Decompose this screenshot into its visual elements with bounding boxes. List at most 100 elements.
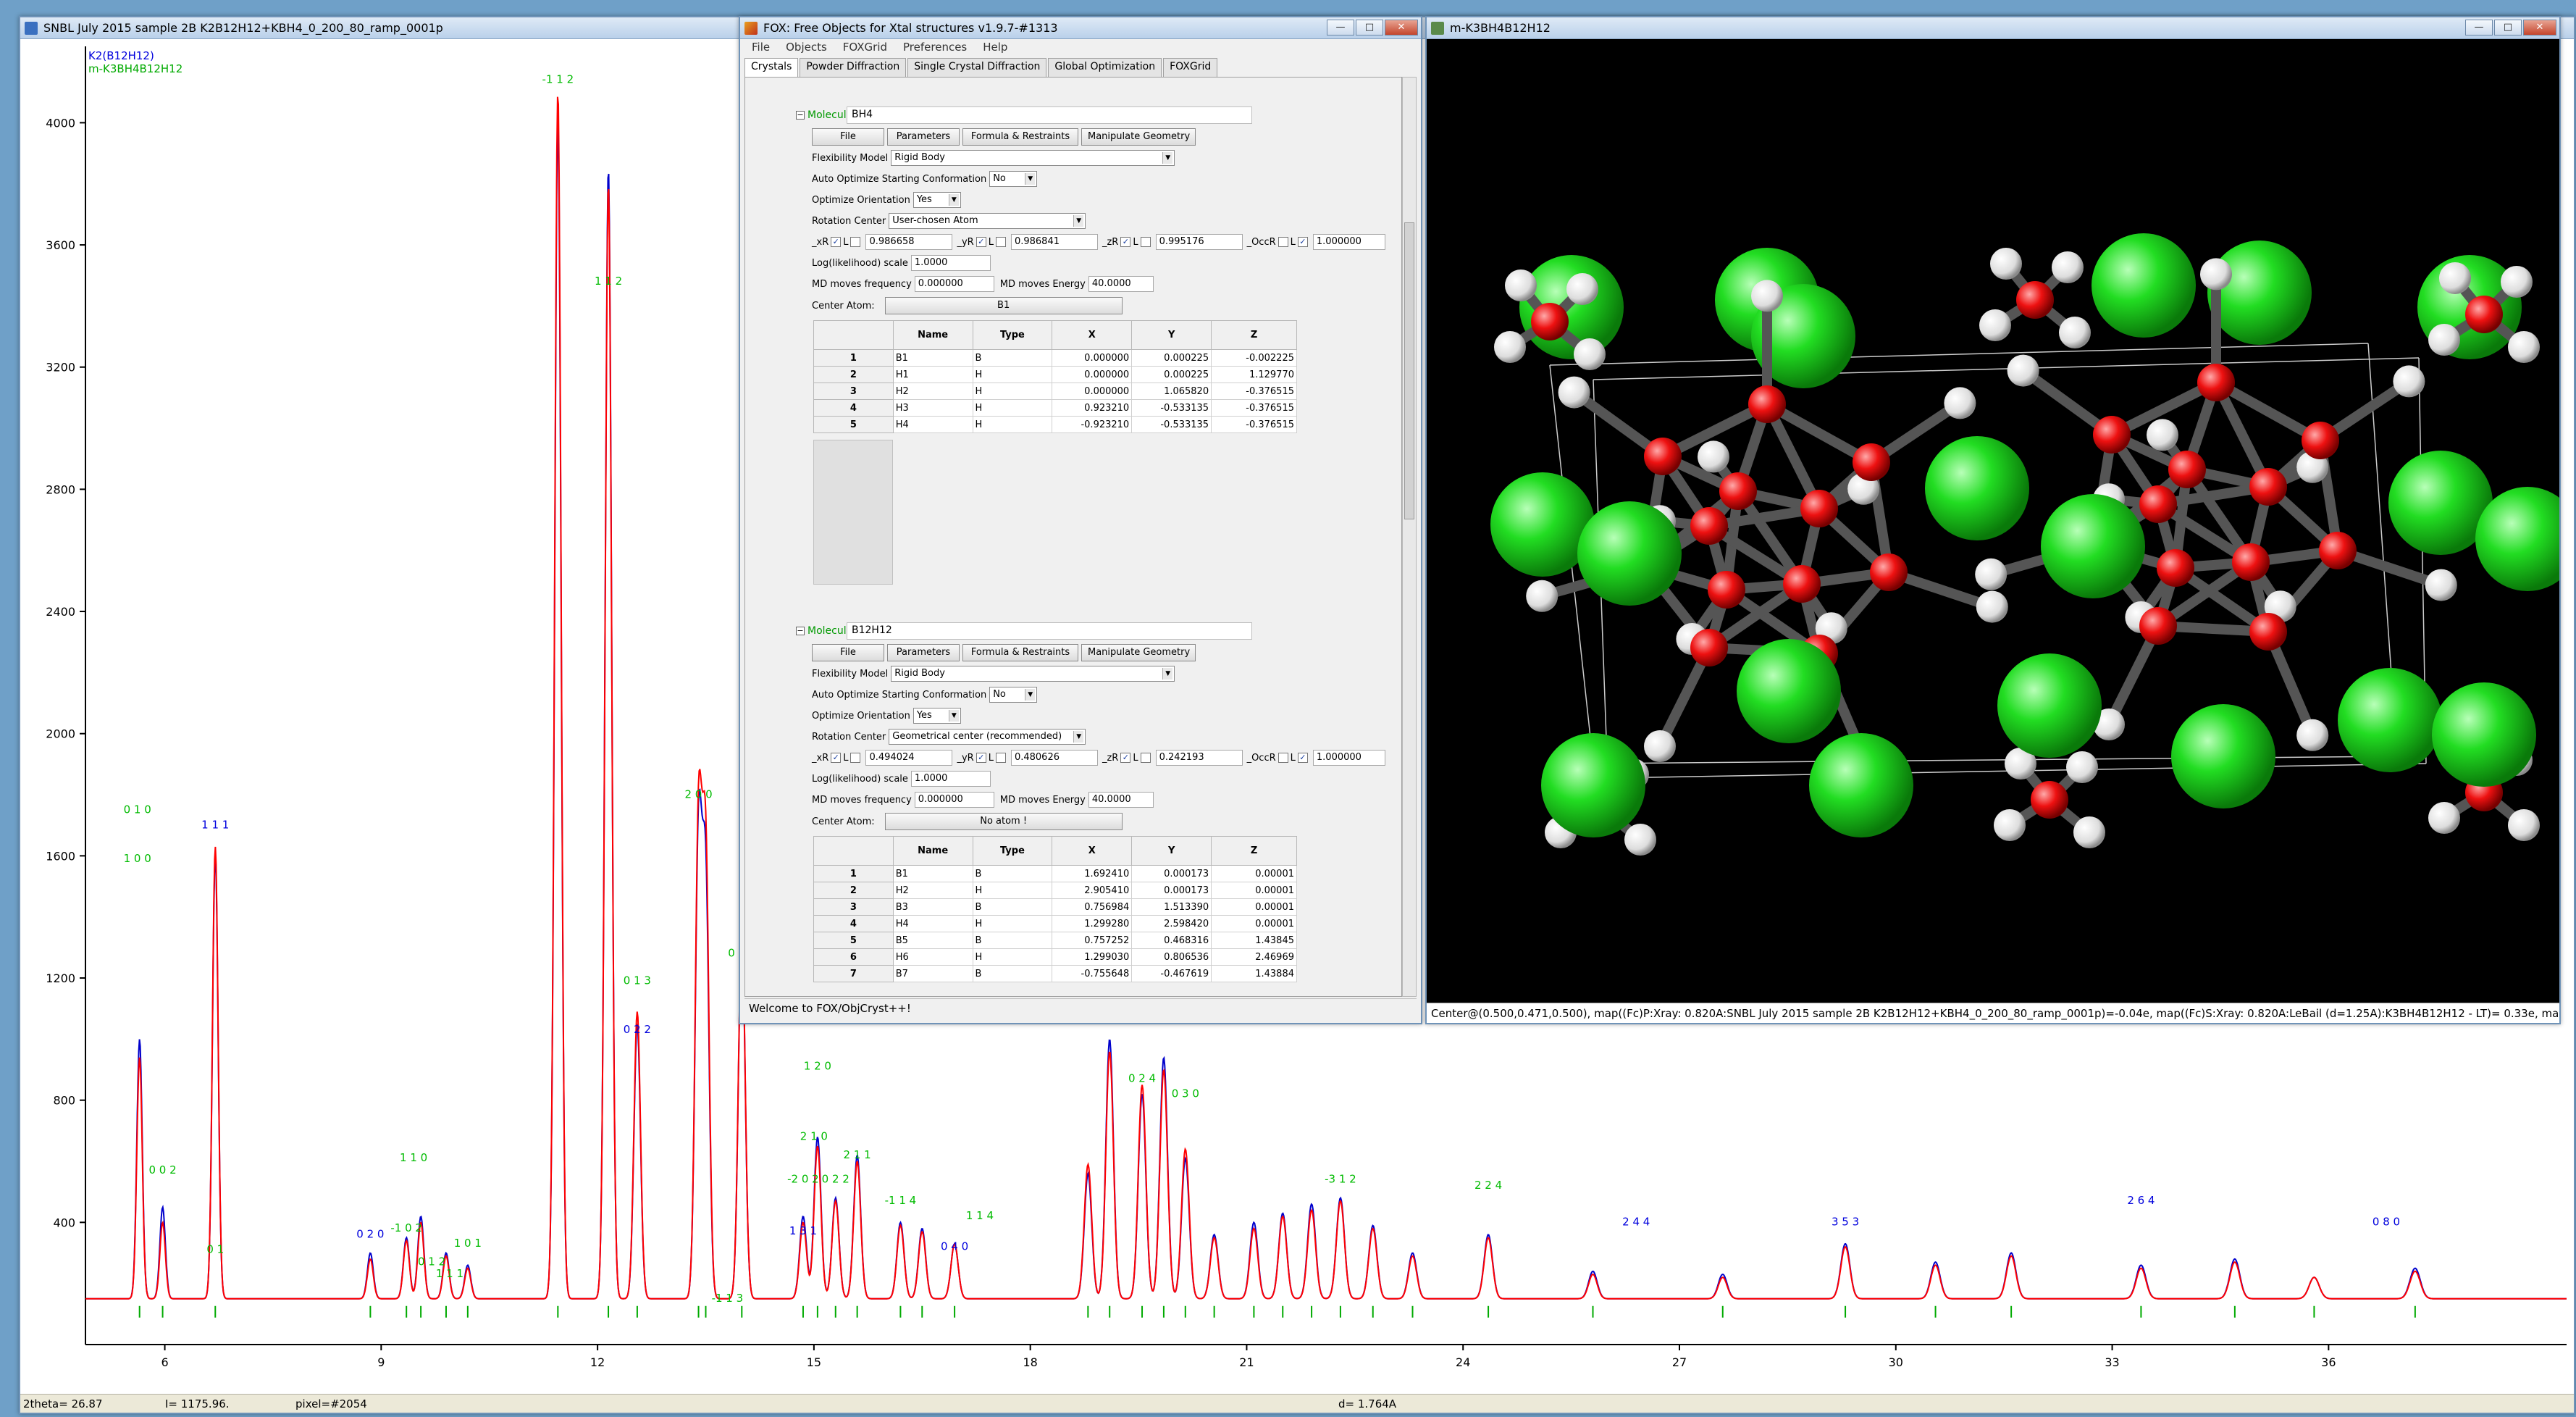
- file-button[interactable]: File: [812, 128, 884, 146]
- col-z-header[interactable]: Z: [1211, 836, 1297, 866]
- tab-foxgrid[interactable]: FOXGrid: [1163, 58, 1218, 77]
- xr-limit-checkbox[interactable]: [850, 237, 861, 247]
- col-y-header[interactable]: Y: [1131, 320, 1212, 350]
- md-energy-field[interactable]: 40.0000: [1088, 792, 1154, 808]
- cell-x[interactable]: 1.299030: [1052, 948, 1133, 966]
- fox-titlebar[interactable]: FOX: Free Objects for Xtal structures v1…: [740, 17, 1421, 39]
- atom-table-bh4[interactable]: Name Type X Y Z 1 B1 B 0.000000 0.000225 -0.0…: [813, 320, 1297, 433]
- table-row[interactable]: 5 H4 H -0.923210 -0.533135 -0.376515: [813, 416, 1297, 433]
- xr-refine-checkbox[interactable]: ✓: [831, 753, 842, 763]
- cell-type[interactable]: H: [972, 383, 1053, 400]
- row-header[interactable]: 5: [813, 416, 894, 433]
- occr-limit-checkbox[interactable]: ✓: [1297, 237, 1308, 247]
- cell-z[interactable]: 1.129770: [1211, 366, 1297, 383]
- md-frequency-field[interactable]: 0.000000: [914, 792, 994, 808]
- row-header[interactable]: 7: [813, 965, 894, 982]
- cell-x[interactable]: 1.299280: [1052, 915, 1133, 932]
- table-row[interactable]: 3 H2 H 0.000000 1.065820 -0.376515: [813, 383, 1297, 400]
- occr-field[interactable]: 1.000000: [1312, 234, 1385, 250]
- yr-refine-checkbox[interactable]: ✓: [976, 753, 986, 763]
- cell-z[interactable]: 1.43845: [1211, 932, 1297, 949]
- collapse-toggle[interactable]: −: [796, 111, 805, 120]
- menu-foxgrid[interactable]: FOXGrid: [843, 41, 887, 57]
- cell-type[interactable]: B: [972, 965, 1053, 982]
- col-z-header[interactable]: Z: [1211, 320, 1297, 350]
- cell-x[interactable]: 0.000000: [1052, 366, 1133, 383]
- table-row[interactable]: 3 B3 B 0.756984 1.513390 0.00001: [813, 898, 1297, 916]
- cell-y[interactable]: -0.533135: [1131, 416, 1212, 433]
- fox-vertical-scrollbar[interactable]: [1402, 77, 1417, 997]
- close-button[interactable]: ✕: [2523, 20, 2556, 35]
- manipulate-geometry-button[interactable]: Manipulate Geometry: [1081, 644, 1196, 661]
- cell-type[interactable]: B: [972, 898, 1053, 916]
- cell-y[interactable]: 1.513390: [1131, 898, 1212, 916]
- crystal-3d-window[interactable]: m-K3BH4B12H12 — □ ✕ Center@(0.500,0.471,…: [1425, 16, 2561, 1024]
- col-name-header[interactable]: Name: [892, 836, 973, 866]
- xr-field[interactable]: 0.494024: [865, 750, 953, 766]
- row-header[interactable]: 2: [813, 366, 894, 383]
- tab-single-crystal-diffraction[interactable]: Single Crystal Diffraction: [907, 58, 1047, 77]
- cell-y[interactable]: 0.000173: [1131, 882, 1212, 899]
- yr-limit-checkbox[interactable]: [995, 237, 1006, 247]
- table-row[interactable]: 5 B5 B 0.757252 0.468316 1.43845: [813, 932, 1297, 949]
- cell-z[interactable]: 2.46969: [1211, 948, 1297, 966]
- cell-x[interactable]: 1.692410: [1052, 865, 1133, 882]
- cell-y[interactable]: -0.467619: [1131, 965, 1212, 982]
- cell-x[interactable]: 0.923210: [1052, 399, 1133, 417]
- cell-type[interactable]: H: [972, 948, 1053, 966]
- cell-name[interactable]: H2: [892, 882, 973, 899]
- cell-z[interactable]: 0.00001: [1211, 915, 1297, 932]
- cell-type[interactable]: H: [972, 882, 1053, 899]
- cell-x[interactable]: 0.757252: [1052, 932, 1133, 949]
- table-row[interactable]: 2 H1 H 0.000000 0.000225 1.129770: [813, 366, 1297, 383]
- table-row[interactable]: 7 B7 B -0.755648 -0.467619 1.43884: [813, 965, 1297, 982]
- cell-name[interactable]: B3: [892, 898, 973, 916]
- cell-x[interactable]: 2.905410: [1052, 882, 1133, 899]
- menu-file[interactable]: File: [752, 41, 770, 57]
- cell-type[interactable]: H: [972, 366, 1053, 383]
- yr-refine-checkbox[interactable]: ✓: [976, 237, 986, 247]
- col-x-header[interactable]: X: [1052, 320, 1133, 350]
- rotation-center-select[interactable]: Geometrical center (recommended) ▼: [889, 729, 1086, 745]
- molecule-name-field[interactable]: B12H12: [847, 622, 1252, 640]
- minimize-button[interactable]: —: [2465, 20, 2493, 35]
- cell-type[interactable]: B: [972, 349, 1053, 367]
- cell-y[interactable]: 1.065820: [1131, 383, 1212, 400]
- menu-preferences[interactable]: Preferences: [903, 41, 967, 57]
- col-y-header[interactable]: Y: [1131, 836, 1212, 866]
- cell-name[interactable]: H2: [892, 383, 973, 400]
- zr-refine-checkbox[interactable]: ✓: [1120, 237, 1131, 247]
- cell-y[interactable]: -0.533135: [1131, 399, 1212, 417]
- occr-field[interactable]: 1.000000: [1312, 750, 1385, 766]
- cell-type[interactable]: B: [972, 932, 1053, 949]
- menu-help[interactable]: Help: [983, 41, 1007, 57]
- xr-limit-checkbox[interactable]: [850, 753, 861, 763]
- cell-z[interactable]: -0.376515: [1211, 416, 1297, 433]
- cell-y[interactable]: 0.806536: [1131, 948, 1212, 966]
- yr-field[interactable]: 0.480626: [1010, 750, 1098, 766]
- cell-type[interactable]: H: [972, 915, 1053, 932]
- optimize-orientation-select[interactable]: Yes ▼: [912, 708, 961, 724]
- collapse-toggle[interactable]: −: [796, 627, 805, 635]
- row-header[interactable]: 1: [813, 865, 894, 882]
- cell-x[interactable]: 0.000000: [1052, 383, 1133, 400]
- cell-z[interactable]: 0.00001: [1211, 865, 1297, 882]
- row-header[interactable]: 3: [813, 383, 894, 400]
- row-header[interactable]: 5: [813, 932, 894, 949]
- parameters-button[interactable]: Parameters: [887, 128, 960, 146]
- file-button[interactable]: File: [812, 644, 884, 661]
- loglik-field[interactable]: 1.0000: [910, 255, 991, 271]
- cell-name[interactable]: H4: [892, 915, 973, 932]
- close-button[interactable]: ✕: [1385, 20, 1418, 35]
- table-row[interactable]: 4 H4 H 1.299280 2.598420 0.00001: [813, 915, 1297, 932]
- flexibility-select[interactable]: Rigid Body ▼: [891, 150, 1175, 166]
- cell-x[interactable]: -0.923210: [1052, 416, 1133, 433]
- cell-y[interactable]: 0.468316: [1131, 932, 1212, 949]
- molecule-name-field[interactable]: BH4: [847, 106, 1252, 124]
- mol-titlebar[interactable]: m-K3BH4B12H12 — □ ✕: [1427, 17, 2559, 39]
- cell-z[interactable]: -0.376515: [1211, 399, 1297, 417]
- cell-x[interactable]: 0.000000: [1052, 349, 1133, 367]
- cell-z[interactable]: -0.376515: [1211, 383, 1297, 400]
- cell-y[interactable]: 0.000225: [1131, 366, 1212, 383]
- table-row[interactable]: 6 H6 H 1.299030 0.806536 2.46969: [813, 948, 1297, 966]
